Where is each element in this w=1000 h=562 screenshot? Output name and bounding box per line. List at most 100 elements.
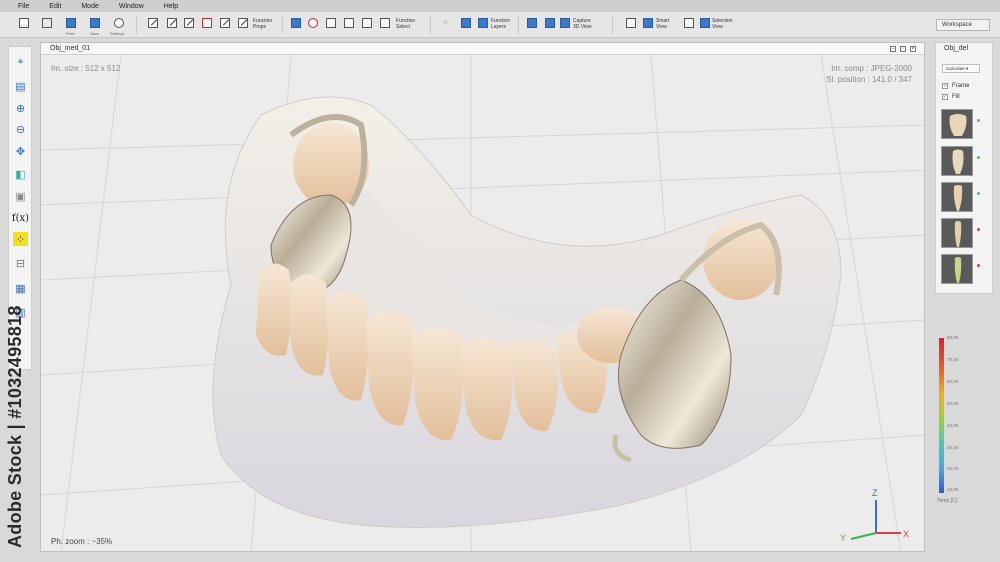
menu-file[interactable]: File — [18, 3, 29, 10]
menu-mode[interactable]: Mode — [81, 3, 99, 10]
function-layers-label[interactable]: Function Layers — [491, 18, 510, 30]
scale-label: 10,00 — [947, 487, 959, 492]
view-cube-icon[interactable] — [545, 18, 555, 28]
3d-canvas[interactable]: Z X Y — [41, 55, 925, 552]
check-icon[interactable] — [184, 18, 194, 28]
toolbar-separator — [518, 16, 519, 34]
toolbar: Print Save Settings Function Props Functi… — [0, 12, 1000, 38]
smart-view-alt-icon[interactable] — [643, 18, 653, 28]
wireframe-cube-icon[interactable]: ▣ — [13, 189, 28, 203]
canine-thumb[interactable] — [941, 182, 973, 212]
select-icon[interactable] — [238, 18, 248, 28]
scale-label: 80,00 — [947, 335, 959, 340]
save-icon[interactable] — [90, 18, 100, 28]
camera-icon[interactable] — [560, 18, 570, 28]
scale-unit-label: Temp [C] — [937, 498, 958, 504]
rotate-icon[interactable] — [308, 18, 318, 28]
status-dot — [977, 264, 980, 267]
menu-bar: File Edit Mode Window Help — [0, 0, 1000, 12]
toolbar-separator — [136, 16, 137, 34]
scale-label: 50,00 — [947, 401, 959, 406]
print-icon[interactable] — [66, 18, 76, 28]
toolbar-separator — [282, 16, 283, 34]
zoom-in-icon[interactable]: ⊕ — [13, 101, 28, 115]
status-dot — [977, 119, 980, 122]
axis-y-label: Y — [840, 533, 846, 543]
check-icon: ✓ — [942, 83, 948, 89]
open-file-icon[interactable] — [42, 18, 52, 28]
smart-view-icon[interactable] — [626, 18, 636, 28]
new-file-icon[interactable] — [19, 18, 29, 28]
selection-view-icon[interactable] — [684, 18, 694, 28]
zoom-out-icon[interactable]: ⊖ — [13, 122, 28, 136]
function-icon[interactable]: f(x) — [12, 211, 29, 225]
premolar-thumb[interactable] — [941, 146, 973, 176]
layers-alt-icon[interactable] — [478, 18, 488, 28]
rectangle-icon[interactable] — [344, 18, 354, 28]
settings-icon[interactable] — [114, 18, 124, 28]
edit-icon[interactable] — [220, 18, 230, 28]
slice-position-label: Sl. position : 141.0 / 347 — [826, 75, 912, 84]
viewport-title: Obj_med_01 — [50, 45, 91, 52]
stock-id-watermark: Adobe Stock | #1032495818 — [5, 305, 25, 548]
crosshair-icon[interactable]: ⌖ — [13, 55, 28, 69]
points-icon[interactable]: ⁘ — [13, 232, 28, 246]
filter-icon[interactable] — [291, 18, 301, 28]
layers-icon[interactable] — [461, 18, 471, 28]
settings-label: Settings — [110, 31, 125, 36]
selection-view-alt-icon[interactable] — [700, 18, 710, 28]
close-icon[interactable]: × — [910, 46, 916, 52]
object-panel: Obj_del Calculate ▾ ✓ Frame ✓ Fill — [935, 42, 993, 294]
move-icon[interactable]: ✥ — [13, 144, 28, 158]
calculate-dropdown[interactable]: Calculate ▾ — [942, 64, 980, 73]
window-icon[interactable]: ▤ — [13, 79, 28, 93]
restore-icon[interactable]: ▫ — [900, 46, 906, 52]
target-icon[interactable] — [202, 18, 212, 28]
layout-icon[interactable]: ▦ — [13, 281, 28, 295]
fill-checkbox[interactable]: ✓ Fill — [942, 94, 960, 100]
minimize-icon[interactable]: – — [890, 46, 896, 52]
status-dot — [977, 192, 980, 195]
axis-gizmo: Z X Y — [840, 488, 909, 543]
image-size-label: Im. size : 512 x 512 — [51, 64, 121, 73]
frame-checkbox[interactable]: ✓ Frame — [942, 83, 969, 89]
function-props-label[interactable]: Function Props — [253, 18, 272, 30]
grid-icon[interactable] — [380, 18, 390, 28]
menu-window[interactable]: Window — [119, 3, 144, 10]
object-panel-title: Obj_del — [944, 45, 969, 52]
ruler-icon[interactable]: ⊟ — [13, 256, 28, 270]
app-window: File Edit Mode Window Help Print Save Se… — [0, 0, 1000, 562]
capture-3d-icon[interactable] — [527, 18, 537, 28]
menu-edit[interactable]: Edit — [49, 3, 61, 10]
smart-view-label[interactable]: Smart View — [656, 18, 669, 30]
shape-icon[interactable] — [326, 18, 336, 28]
draw-diagonal-icon[interactable] — [167, 18, 177, 28]
menu-help[interactable]: Help — [164, 3, 178, 10]
scale-label: 70,00 — [947, 357, 959, 362]
capture-3d-label[interactable]: Capture 3D View — [573, 18, 592, 30]
fill-label: Fill — [952, 94, 960, 100]
draw-line-icon[interactable] — [148, 18, 158, 28]
function-select-label[interactable]: Function Select — [396, 18, 415, 30]
scale-label: 40,00 — [947, 423, 959, 428]
scale-label: 30,00 — [947, 445, 959, 450]
save-label: Save — [90, 31, 100, 36]
selection-view-label[interactable]: Selection View — [712, 18, 733, 30]
capture-icon[interactable] — [362, 18, 372, 28]
status-dot — [977, 156, 980, 159]
frame-label: Frame — [952, 83, 970, 89]
lateral-thumb[interactable] — [941, 254, 973, 284]
cube-icon[interactable]: ◧ — [13, 167, 28, 181]
axis-x-label: X — [903, 529, 909, 539]
calculate-label: Calculate — [946, 66, 965, 71]
viewport-titlebar: Obj_med_01 – ▫ × — [41, 43, 924, 55]
incisor-thumb[interactable] — [941, 218, 973, 248]
temperature-color-scale — [939, 338, 944, 493]
toolbar-separator — [430, 16, 431, 34]
toolbar-separator — [612, 16, 613, 34]
scatter-icon[interactable]: ⁘ — [442, 18, 452, 28]
molar-thumb[interactable] — [941, 109, 973, 139]
check-icon: ✓ — [942, 94, 948, 100]
zoom-label: Ph. zoom : ~35% — [51, 537, 113, 546]
workspace-dropdown[interactable]: Workspace — [936, 19, 990, 31]
